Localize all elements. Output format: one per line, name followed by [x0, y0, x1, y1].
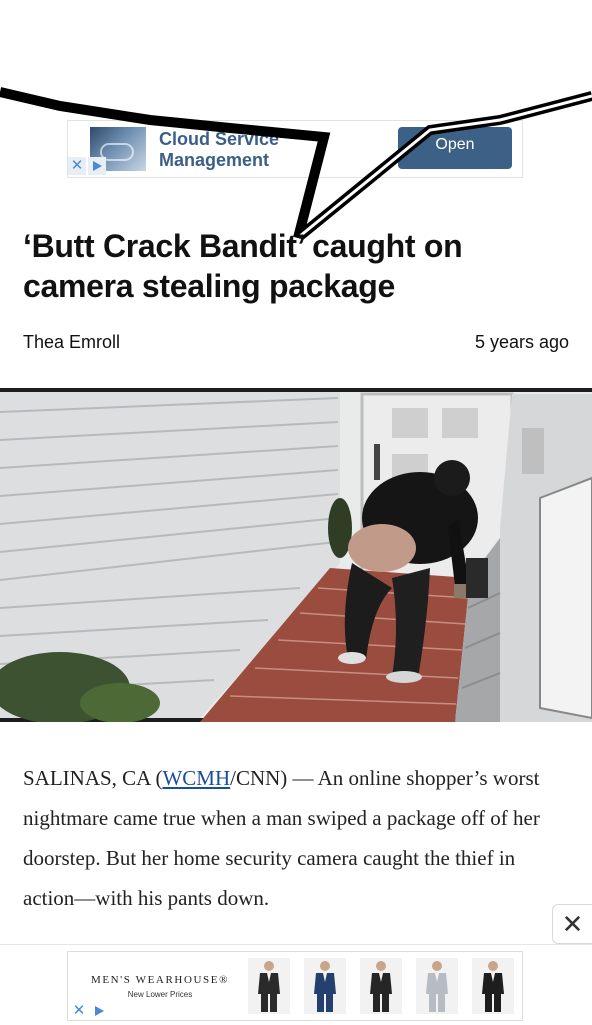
- ad-brand-name: MEN'S WEARHOUSE®: [90, 974, 230, 986]
- suit-product-image[interactable]: [472, 958, 514, 1014]
- adchoices-icon[interactable]: [90, 1002, 108, 1020]
- publish-time: 5 years ago: [474, 332, 569, 352]
- body-text-start: SALINAS, CA (: [23, 766, 163, 790]
- ad-close-icon[interactable]: ✕: [68, 157, 86, 175]
- sticky-bottom-ad-bar: MEN'S WEARHOUSE® New Lower Prices ✕: [0, 944, 592, 1025]
- ad-choices[interactable]: ✕: [70, 1002, 108, 1020]
- byline: Thea Emroll 5 years ago: [23, 332, 569, 356]
- article-body: SALINAS, CA (WCMH/CNN) — An online shopp…: [23, 758, 568, 944]
- top-banner-ad[interactable]: Cloud Service Management Open ✕: [67, 120, 523, 178]
- suit-product-image[interactable]: [360, 958, 402, 1014]
- suit-product-image[interactable]: [416, 958, 458, 1014]
- ad-headline: Cloud Service Management: [159, 129, 280, 170]
- ad-open-button[interactable]: Open: [398, 127, 512, 169]
- ad-choices[interactable]: ✕: [68, 157, 106, 175]
- article-photo[interactable]: [0, 388, 592, 722]
- source-link-wcmh[interactable]: WCMH: [162, 766, 230, 790]
- close-icon: ✕: [561, 909, 584, 939]
- article-headline: ‘Butt Crack Bandit’ caught on camera ste…: [23, 228, 463, 304]
- suit-product-image[interactable]: [248, 958, 290, 1014]
- bottom-banner-ad[interactable]: MEN'S WEARHOUSE® New Lower Prices ✕: [67, 951, 523, 1021]
- close-ad-button[interactable]: ✕: [552, 904, 592, 944]
- ad-tagline: New Lower Prices: [127, 990, 193, 999]
- suit-product-image[interactable]: [304, 958, 346, 1014]
- author-name[interactable]: Thea Emroll: [23, 332, 120, 356]
- ad-close-icon[interactable]: ✕: [70, 1002, 88, 1020]
- adchoices-icon[interactable]: [88, 157, 106, 175]
